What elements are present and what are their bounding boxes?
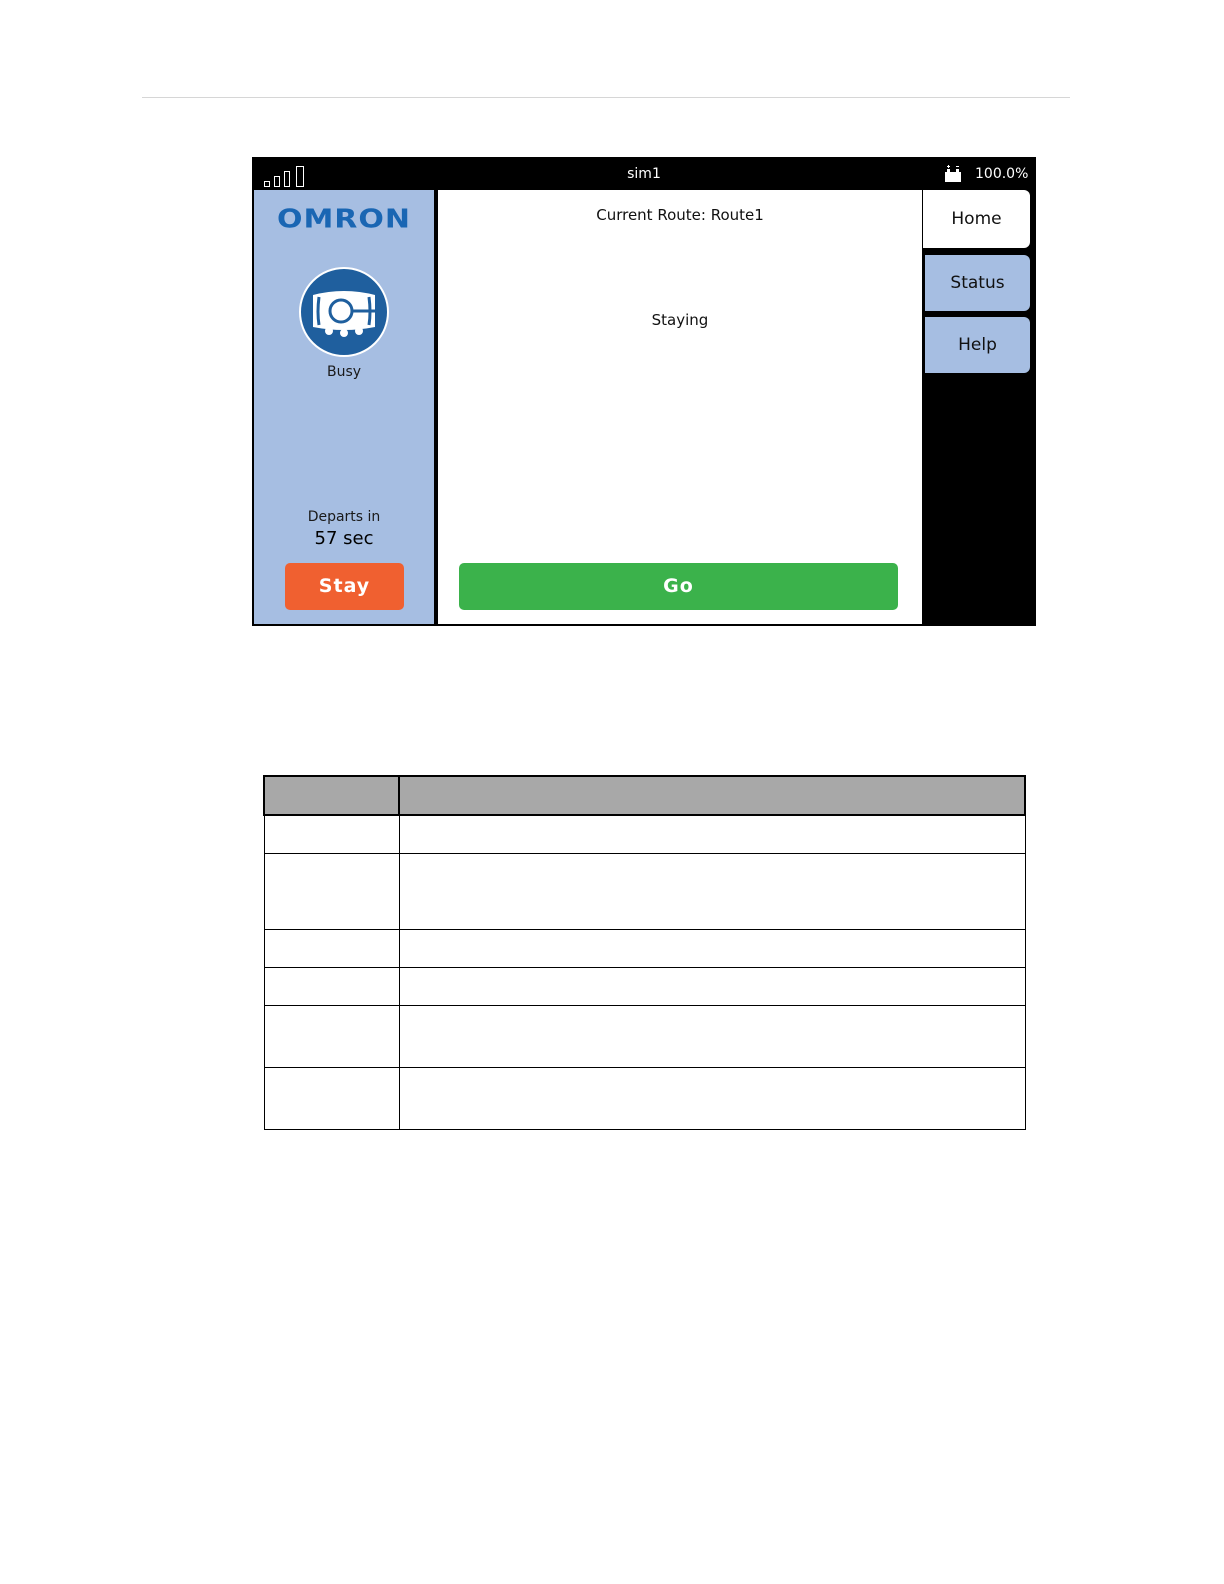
robot-icon bbox=[299, 267, 389, 357]
stay-button[interactable]: Stay bbox=[285, 563, 404, 610]
table-cell bbox=[398, 814, 1026, 854]
table-row bbox=[263, 966, 1026, 1006]
status-bar: sim1 100.0% bbox=[253, 158, 1035, 189]
table-cell bbox=[263, 814, 400, 854]
table-cell bbox=[263, 1066, 400, 1130]
table-row bbox=[263, 814, 1026, 854]
table-cell bbox=[398, 852, 1026, 930]
table-cell bbox=[398, 966, 1026, 1006]
table-row bbox=[263, 1066, 1026, 1130]
description-table bbox=[263, 775, 1026, 1130]
tab-status[interactable]: Status bbox=[925, 255, 1030, 311]
robot-state-label: Staying bbox=[651, 311, 709, 329]
table-row bbox=[263, 1004, 1026, 1068]
table-header-cell bbox=[398, 775, 1026, 816]
tab-help[interactable]: Help bbox=[925, 317, 1030, 373]
table-row bbox=[263, 852, 1026, 930]
departs-label: Departs in bbox=[307, 509, 381, 525]
battery-charging-icon bbox=[945, 165, 961, 182]
go-button[interactable]: Go bbox=[459, 563, 898, 610]
main-content-panel: Current Route: Route1 Staying Go bbox=[438, 190, 922, 624]
table-cell bbox=[398, 1004, 1026, 1068]
table-cell bbox=[263, 1004, 400, 1068]
table-row bbox=[263, 928, 1026, 968]
current-route-label: Current Route: Route1 bbox=[596, 206, 764, 224]
table-cell bbox=[263, 928, 400, 968]
tab-home[interactable]: Home bbox=[923, 190, 1030, 248]
departs-countdown: 57 sec bbox=[314, 528, 374, 549]
page-header-rule bbox=[142, 97, 1070, 98]
robot-info-panel: OMRON Busy Departs in 57 sec Stay bbox=[254, 190, 434, 624]
robot-pendant-screen: sim1 100.0% OMRON Busy Departs in 57 sec… bbox=[252, 157, 1036, 626]
table-cell bbox=[398, 1066, 1026, 1130]
table-cell bbox=[263, 966, 400, 1006]
table-header-row bbox=[263, 775, 1026, 816]
battery-level: 100.0% bbox=[975, 166, 1029, 182]
robot-status-label: Busy bbox=[326, 364, 362, 380]
table-cell bbox=[398, 928, 1026, 968]
omron-logo: OMRON bbox=[276, 204, 412, 235]
table-cell bbox=[263, 852, 400, 930]
device-name: sim1 bbox=[627, 166, 661, 182]
table-header-cell bbox=[263, 775, 400, 816]
